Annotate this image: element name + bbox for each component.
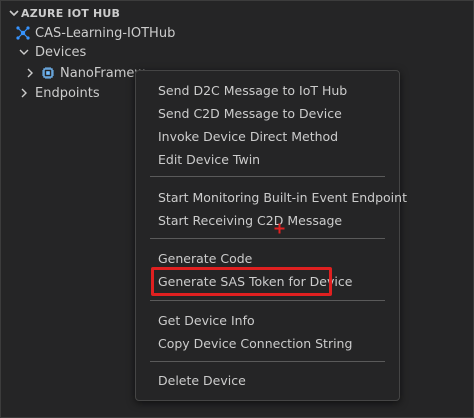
menu-item-invoke-direct-method[interactable]: Invoke Device Direct Method [136, 125, 399, 147]
menu-item-start-monitoring-event-endpoint[interactable]: Start Monitoring Built-in Event Endpoint [136, 186, 407, 208]
explorer-panel: AZURE IOT HUB CAS-Learning-IOTHub Device… [0, 0, 474, 418]
menu-item-send-c2d-message[interactable]: Send C2D Message to Device [136, 102, 399, 124]
chevron-right-icon [17, 86, 31, 100]
menu-item-delete-device[interactable]: Delete Device [136, 369, 399, 391]
device-name: NanoFramew [60, 65, 146, 81]
menu-separator [150, 176, 385, 177]
endpoints-label: Endpoints [35, 85, 100, 101]
tree-item-endpoints[interactable]: Endpoints [17, 83, 100, 103]
menu-separator [150, 238, 385, 239]
menu-separator [150, 300, 385, 301]
tree-item-devices[interactable]: Devices [17, 42, 86, 62]
context-menu: Send D2C Message to IoT Hub Send C2D Mes… [135, 70, 407, 401]
menu-item-send-d2c-message[interactable]: Send D2C Message to IoT Hub [136, 79, 399, 101]
menu-item-get-device-info[interactable]: Get Device Info [136, 309, 399, 331]
iot-hub-icon [15, 25, 31, 41]
menu-separator [150, 361, 385, 362]
devices-label: Devices [35, 44, 87, 60]
menu-item-edit-device-twin[interactable]: Edit Device Twin [136, 148, 399, 170]
tree-item-hub[interactable]: CAS-Learning-IOTHub [15, 23, 175, 43]
chevron-right-icon [23, 66, 37, 80]
menu-item-generate-code[interactable]: Generate Code [136, 247, 399, 269]
section-title: AZURE IOT HUB [21, 6, 121, 20]
chip-icon [41, 66, 55, 80]
chevron-down-icon [7, 6, 21, 20]
chevron-down-icon [17, 45, 31, 59]
tree-item-device[interactable]: NanoFramew [23, 63, 145, 83]
menu-item-start-receiving-c2d-message[interactable]: Start Receiving C2D Message [136, 209, 399, 231]
section-header-azure-iot-hub[interactable]: AZURE IOT HUB [7, 4, 120, 22]
menu-item-copy-connection-string[interactable]: Copy Device Connection String [136, 332, 399, 354]
hub-name: CAS-Learning-IOTHub [35, 25, 176, 41]
menu-item-generate-sas-token[interactable]: Generate SAS Token for Device [136, 270, 399, 292]
plus-cursor-icon [274, 223, 285, 234]
